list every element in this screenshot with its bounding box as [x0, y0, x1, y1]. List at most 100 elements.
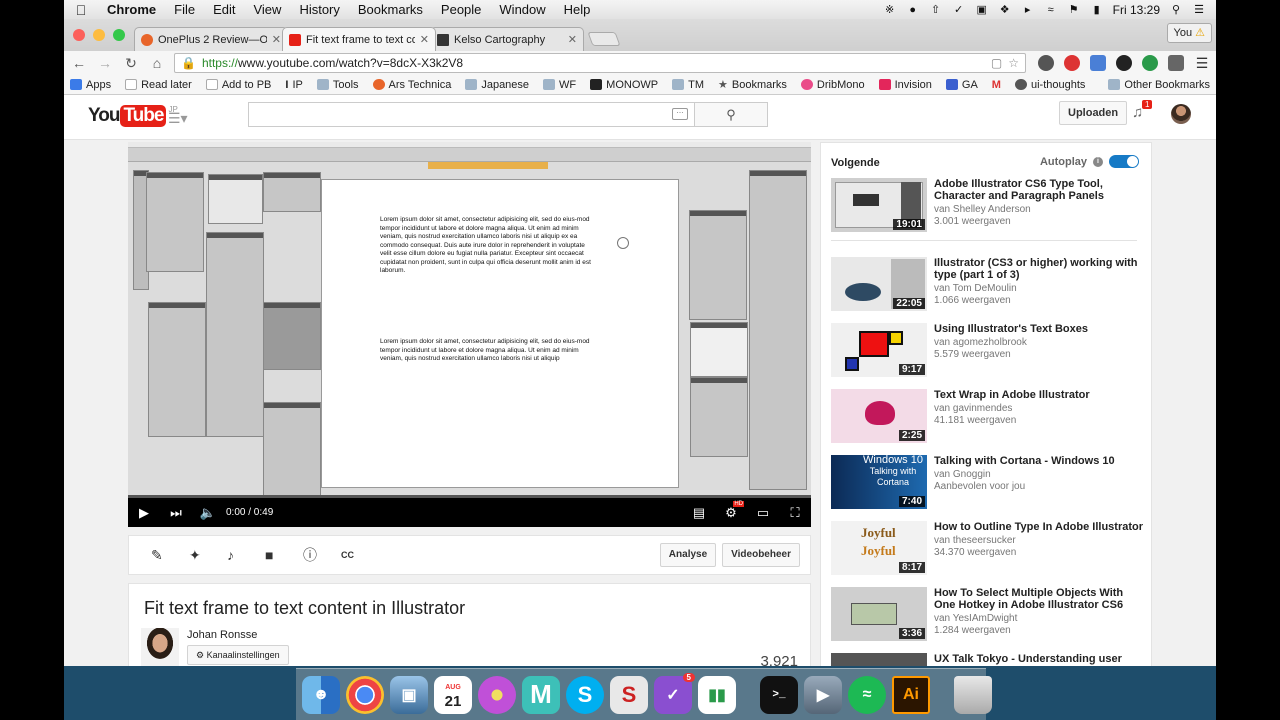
videobeheer-button[interactable]: Videobeheer [722, 543, 800, 567]
mou-icon[interactable]: M [522, 675, 560, 714]
home-icon[interactable]: ⌂ [148, 55, 166, 71]
video-thumbnail[interactable]: 22:05 [831, 257, 927, 311]
autoplay-toggle[interactable] [1109, 155, 1139, 168]
screen-icon[interactable]: ▣ [975, 4, 989, 16]
chrome-icon[interactable] [346, 675, 384, 714]
dropbox-icon[interactable]: ❖ [998, 4, 1012, 16]
check-icon[interactable]: ✓ [952, 4, 966, 16]
analyse-button[interactable]: Analyse [659, 543, 717, 567]
upload-button[interactable]: Uploaden [1059, 101, 1128, 125]
video-title[interactable]: Adobe Illustrator CS6 Type Tool, Charact… [934, 178, 1146, 202]
autoplay-info-icon[interactable]: i [1093, 156, 1103, 167]
video-app-icon[interactable]: ▶ [804, 675, 842, 714]
related-video[interactable]: 9:17 Using Illustrator's Text Boxes van … [831, 323, 1147, 379]
owner-name[interactable]: Johan Ronsse [187, 629, 257, 641]
bookmark-ars-technica[interactable]: Ars Technica [372, 79, 451, 91]
skype-icon[interactable]: S [566, 675, 604, 714]
zoom-window-button[interactable] [113, 29, 125, 41]
bookmark-ga[interactable]: GA [945, 79, 978, 91]
video-thumbnail[interactable]: Joyful Joyful 8:17 [831, 521, 927, 575]
bookmark-ip[interactable]: I IP [285, 79, 302, 91]
bookmark-dribmono[interactable]: DribMono [800, 79, 865, 91]
volume-icon[interactable]: 🔈 [192, 505, 224, 521]
menubar-clock[interactable]: Fri 13:29 [1113, 3, 1160, 17]
video-frame[interactable]: Lorem ipsum dolor sit amet, consectetur … [128, 142, 811, 497]
menu-window[interactable]: Window [490, 2, 554, 17]
bookmark-ui-thoughts[interactable]: ui-thoughts [1014, 79, 1085, 91]
related-video[interactable]: 19:01 Adobe Illustrator CS6 Type Tool, C… [831, 178, 1147, 234]
menu-bookmarks[interactable]: Bookmarks [349, 2, 432, 17]
illustrator-icon[interactable]: Ai [892, 675, 930, 714]
lock-icon[interactable]: 🔒 [181, 56, 196, 70]
user-icon[interactable]: ● [906, 4, 920, 16]
wifi-icon[interactable]: ≈ [1044, 4, 1058, 16]
menu-view[interactable]: View [244, 2, 290, 17]
search-button[interactable]: ⚲ [694, 102, 768, 127]
bookmark-bookmarks[interactable]: ★ Bookmarks [718, 78, 787, 92]
extension-translate-icon[interactable] [1090, 55, 1106, 71]
next-icon[interactable]: ⏭ [160, 505, 192, 521]
notification-center-icon[interactable]: ☰ [1192, 4, 1206, 16]
keyboard-icon[interactable]: ⋯ [672, 108, 688, 120]
settings-gear-icon[interactable]: ⚙ HD [715, 500, 747, 521]
forward-icon[interactable]: → [96, 55, 114, 71]
menu-app-chrome[interactable]: Chrome [98, 2, 165, 17]
battery-icon[interactable]: ▮ [1090, 4, 1104, 16]
flag-icon[interactable]: ⚑ [1067, 4, 1081, 16]
calendar-icon[interactable]: AUG 21 [434, 675, 472, 714]
cc-icon[interactable]: CC [341, 550, 379, 560]
video-title[interactable]: Illustrator (CS3 or higher) working with… [934, 257, 1146, 281]
menu-help[interactable]: Help [555, 2, 600, 17]
bookmark-tools[interactable]: Tools [316, 79, 359, 91]
preview-icon[interactable]: ▣ [390, 675, 428, 714]
trash-icon[interactable] [954, 675, 992, 714]
numbers-chart-icon[interactable]: ▮▮ [698, 675, 736, 714]
audio-note-icon[interactable]: ♪ [227, 547, 265, 563]
finder-icon[interactable]: ☻ [302, 675, 340, 714]
todo-icon[interactable]: ✓ 5 [654, 672, 695, 714]
bookmark-read-later[interactable]: Read later [125, 79, 192, 91]
close-tab-icon[interactable]: ✕ [272, 33, 281, 46]
channel-settings-button[interactable]: ⚙ Kanaalinstellingen [187, 645, 289, 665]
notifications-bell-icon[interactable]: ♫ 1 [1132, 100, 1153, 121]
extension-lastpass-icon[interactable] [1064, 55, 1080, 71]
new-tab-button[interactable] [587, 32, 621, 46]
bookmark-monowp[interactable]: MONOWP [590, 79, 658, 91]
edit-pencil-icon[interactable]: ✎ [151, 547, 189, 564]
minimize-window-button[interactable] [93, 29, 105, 41]
extension-buffer-icon[interactable] [1168, 55, 1184, 71]
close-tab-icon[interactable]: ✕ [568, 33, 577, 46]
video-thumbnail[interactable]: 9:17 [831, 323, 927, 377]
bookmark-invision[interactable]: Invision [878, 79, 932, 91]
video-title[interactable]: Using Illustrator's Text Boxes [934, 323, 1146, 335]
bookmark-gmail[interactable]: M [992, 79, 1001, 91]
search-input[interactable] [249, 103, 669, 126]
youtube-logo[interactable]: You Tube JP [88, 105, 178, 127]
address-bar[interactable]: 🔒 https://www.youtube.com/watch?v=8dcX-X… [174, 53, 1026, 73]
video-title[interactable]: Talking with Cortana - Windows 10 [934, 455, 1146, 467]
tab-youtube[interactable]: Fit text frame to text co ✕ [282, 27, 436, 51]
video-thumbnail[interactable]: 3:36 [831, 587, 927, 641]
menu-history[interactable]: History [290, 2, 348, 17]
menu-people[interactable]: People [432, 2, 490, 17]
related-video[interactable]: 3:36 How To Select Multiple Objects With… [831, 587, 1147, 643]
guide-menu-icon[interactable]: ☰▾ [168, 110, 188, 127]
extension-sync-icon[interactable] [1038, 55, 1054, 71]
bookmark-star-icon[interactable]: ☆ [1008, 56, 1019, 70]
subtitles-icon[interactable]: ▤ [683, 505, 715, 521]
bookmark-tm[interactable]: TM [672, 79, 704, 91]
bookmark-add-to-pb[interactable]: Add to PB [205, 79, 271, 91]
close-window-button[interactable] [73, 29, 85, 41]
profile-button[interactable]: You ⚠ [1166, 23, 1212, 43]
bookmark-japanese[interactable]: Japanese [465, 79, 529, 91]
related-video[interactable]: 2:25 Text Wrap in Adobe Illustrator van … [831, 389, 1147, 445]
related-video[interactable]: 22:05 Illustrator (CS3 or higher) workin… [831, 257, 1147, 313]
menu-edit[interactable]: Edit [204, 2, 244, 17]
play-icon[interactable]: ▶ [128, 505, 160, 521]
reload-icon[interactable]: ↻ [122, 55, 140, 72]
close-tab-icon[interactable]: ✕ [420, 33, 429, 46]
video-thumbnail[interactable]: 2:25 [831, 389, 927, 443]
bookmark-other[interactable]: Other Bookmarks [1108, 79, 1210, 91]
menu-hamburger-icon[interactable]: ☰ [1194, 55, 1210, 71]
extension-evernote-icon[interactable] [1142, 55, 1158, 71]
